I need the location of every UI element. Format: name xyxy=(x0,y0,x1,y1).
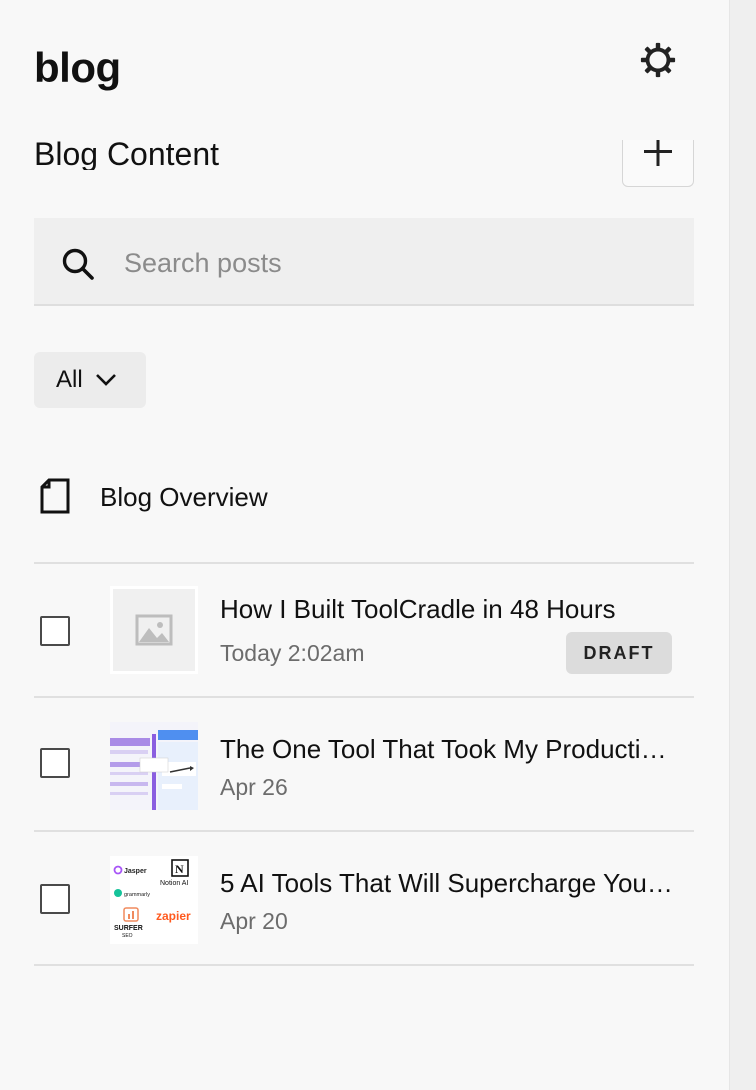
post-date: Apr 20 xyxy=(220,908,288,934)
gear-icon xyxy=(640,42,676,78)
post-list: How I Built ToolCradle in 48 Hours Today… xyxy=(34,562,694,966)
surfer-logo-text: SURFER xyxy=(114,925,143,932)
post-thumbnail: Jasper N Notion AI grammarly SURFER SEO … xyxy=(110,856,198,944)
section-title: Blog Content xyxy=(34,140,220,170)
settings-button[interactable] xyxy=(638,40,678,80)
post-title: The One Tool That Took My Productivity xyxy=(220,734,675,764)
placeholder-image-icon xyxy=(135,614,173,646)
scrollbar-track[interactable] xyxy=(729,0,756,1090)
page-icon xyxy=(40,478,70,514)
surfer-seo-text: SEO xyxy=(122,933,133,939)
screenshot-image xyxy=(110,722,198,810)
search-icon xyxy=(62,248,94,280)
zapier-logo-text: zapier xyxy=(156,909,191,923)
search-bar xyxy=(34,218,694,306)
blog-overview-item[interactable]: Blog Overview xyxy=(34,468,694,528)
post-checkbox[interactable] xyxy=(40,616,70,646)
post-row[interactable]: Jasper N Notion AI grammarly SURFER SEO … xyxy=(34,832,694,966)
add-post-button[interactable] xyxy=(622,140,694,187)
plus-icon xyxy=(644,140,672,166)
filter-dropdown[interactable]: All xyxy=(34,352,146,408)
post-checkbox[interactable] xyxy=(40,748,70,778)
status-badge: DRAFT xyxy=(566,632,672,674)
post-title: How I Built ToolCradle in 48 Hours xyxy=(220,594,616,624)
post-row[interactable]: How I Built ToolCradle in 48 Hours Today… xyxy=(34,564,694,698)
chevron-down-icon xyxy=(95,374,116,386)
post-date: Apr 26 xyxy=(220,774,288,800)
page-title: blog xyxy=(34,44,121,91)
header: blog xyxy=(34,40,694,100)
blog-overview-label: Blog Overview xyxy=(100,482,268,512)
post-row[interactable]: The One Tool That Took My Productivity A… xyxy=(34,698,694,832)
post-thumbnail xyxy=(110,586,198,674)
notion-logo-text: Notion AI xyxy=(160,880,188,887)
jasper-logo-text: Jasper xyxy=(124,868,147,875)
post-checkbox[interactable] xyxy=(40,884,70,914)
ai-tools-logos-image: Jasper N Notion AI grammarly SURFER SEO … xyxy=(113,859,191,939)
filter-selected: All xyxy=(56,366,83,393)
post-title: 5 AI Tools That Will Supercharge Your Wo… xyxy=(220,868,675,898)
search-input[interactable] xyxy=(122,240,666,286)
grammarly-logo-text: grammarly xyxy=(124,892,150,898)
post-thumbnail xyxy=(110,722,198,810)
post-date: Today 2:02am xyxy=(220,640,365,666)
svg-text:N: N xyxy=(175,862,184,876)
section-header: Blog Content xyxy=(34,140,594,170)
